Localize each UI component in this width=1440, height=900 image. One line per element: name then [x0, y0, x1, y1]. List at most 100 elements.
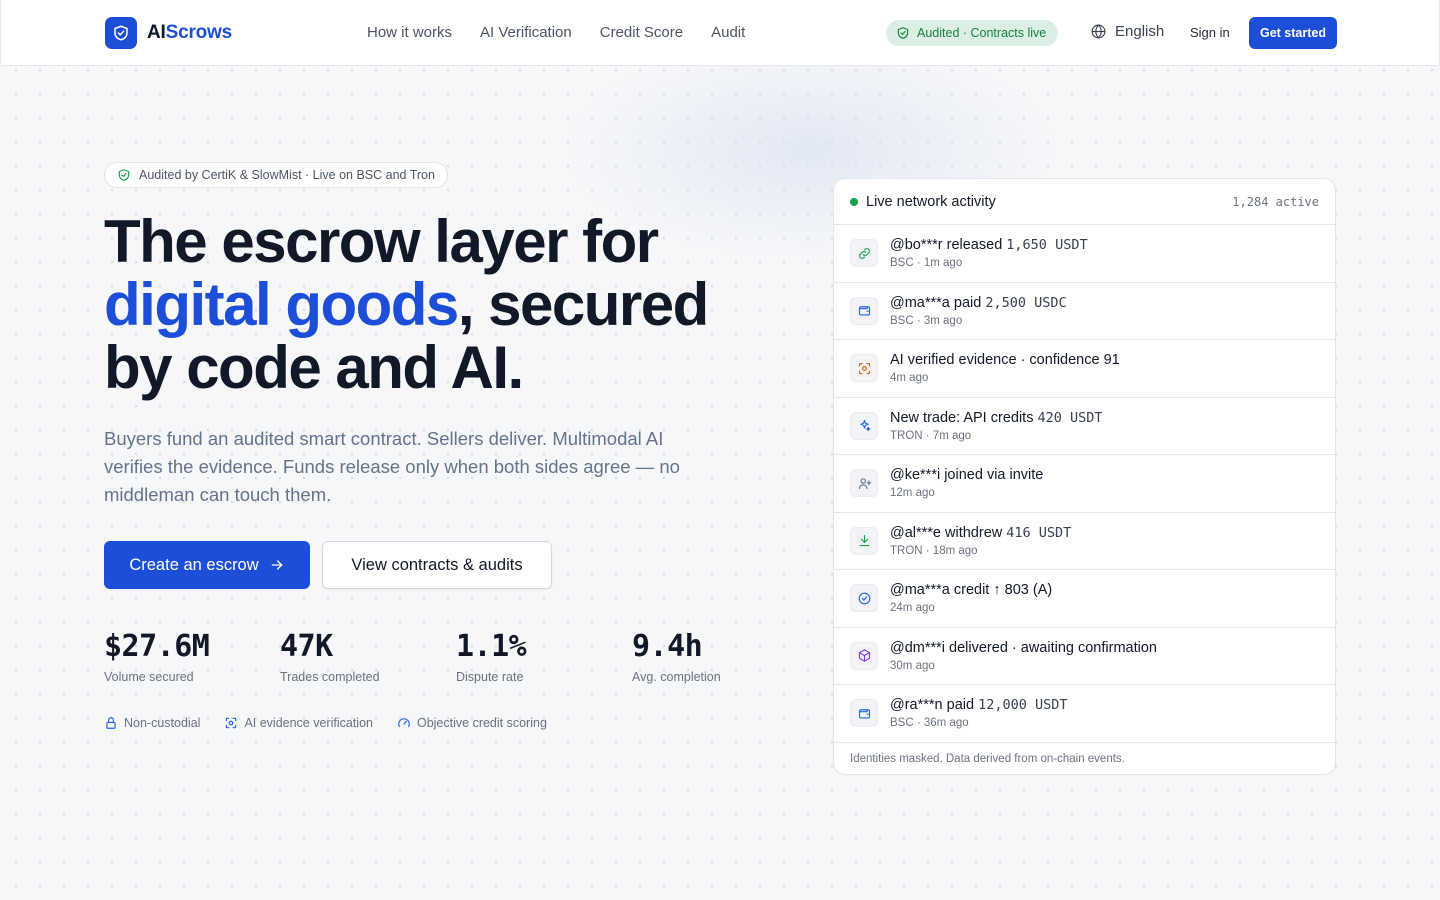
brand-name-rest: Scrows: [165, 22, 233, 43]
activity-description: @ra***n paid: [890, 697, 975, 714]
audit-status-text: Audited · Contracts live: [917, 26, 1047, 40]
stat-label: Avg. completion: [632, 670, 721, 684]
stat-avg-completion: 9.4h Avg. completion: [632, 628, 808, 684]
feature-list: Non-custodial AI evidence verification O…: [104, 716, 547, 730]
activity-main: @ke***i joined via invite: [890, 467, 1043, 483]
activity-main: @ma***a credit ↑ 803 (A): [890, 582, 1052, 598]
shield-logo-icon: [105, 17, 137, 49]
stat-volume: $27.6M Volume secured: [104, 628, 280, 684]
stat-value: 47K: [280, 629, 333, 664]
activity-row[interactable]: @ma***a paid 2,500 USDC BSC · 3m ago: [834, 283, 1335, 340]
activity-main: @bo***r released 1,650 USDT: [890, 237, 1088, 253]
stat-value: 9.4h: [632, 629, 703, 664]
main-nav: How it works AI Verification Credit Scor…: [367, 24, 745, 41]
activity-title-text: Live network activity: [866, 193, 996, 210]
activity-row[interactable]: @ke***i joined via invite 12m ago: [834, 455, 1335, 513]
activity-row[interactable]: @al***e withdrew 416 USDT TRON · 18m ago: [834, 513, 1335, 570]
brand-name: AIScrows: [147, 22, 232, 44]
stat-value: 1.1%: [456, 629, 527, 664]
hero-title-line1: The escrow layer for: [104, 208, 659, 275]
activity-description: @ma***a paid: [890, 294, 982, 311]
top-nav-bar: AIScrows How it works AI Verification Cr…: [0, 0, 1440, 66]
activity-main: @ra***n paid 12,000 USDT: [890, 697, 1068, 713]
lock-icon: [106, 717, 116, 729]
logo[interactable]: AIScrows: [105, 17, 232, 49]
activity-amount: 416 USDT: [1006, 524, 1072, 541]
activity-description: @dm***i delivered · awaiting confirmatio…: [890, 639, 1157, 656]
activity-row[interactable]: New trade: API credits 420 USDT TRON · 7m…: [834, 398, 1335, 455]
check-circle-icon: [850, 584, 878, 613]
sign-in-link[interactable]: Sign in: [1190, 25, 1230, 40]
create-escrow-label: Create an escrow: [129, 555, 259, 574]
wallet-icon: [850, 296, 878, 325]
activity-description: @ke***i joined via invite: [890, 467, 1044, 484]
create-escrow-button[interactable]: Create an escrow: [104, 541, 310, 589]
activity-row-text: @dm***i delivered · awaiting confirmatio…: [890, 640, 1157, 672]
activity-meta: TRON · 7m ago: [890, 429, 972, 442]
activity-row-text: @bo***r released 1,650 USDT BSC · 1m ago: [890, 237, 1088, 269]
globe-icon: [1091, 24, 1106, 39]
activity-row-text: @al***e withdrew 416 USDT TRON · 18m ago: [890, 525, 1071, 557]
get-started-button[interactable]: Get started: [1249, 17, 1337, 49]
live-dot-icon: [850, 197, 858, 206]
shield-check-icon: [897, 27, 909, 39]
activity-main: AI verified evidence · confidence 91: [890, 352, 1120, 368]
activity-panel-header: Live network activity 1,284 active: [834, 179, 1335, 225]
activity-meta: BSC · 1m ago: [890, 257, 963, 270]
activity-amount: 420 USDT: [1037, 409, 1103, 426]
feature-label: Non-custodial: [124, 716, 201, 730]
stat-label: Trades completed: [280, 670, 380, 684]
feature-non-custodial: Non-custodial: [104, 716, 200, 730]
nav-ai-verification[interactable]: AI Verification: [480, 24, 572, 41]
gauge-icon: [398, 718, 410, 728]
feature-ai-verification: AI evidence verification: [224, 716, 373, 730]
language-selector[interactable]: English: [1090, 23, 1164, 40]
activity-row[interactable]: @ra***n paid 12,000 USDT BSC · 36m ago: [834, 685, 1335, 743]
activity-row[interactable]: @ma***a credit ↑ 803 (A) 24m ago: [834, 570, 1335, 628]
nav-how-it-works[interactable]: How it works: [367, 24, 452, 41]
stat-value: $27.6M: [104, 629, 210, 664]
hero-title-line3: by code and AI.: [104, 334, 524, 401]
activity-main: @ma***a paid 2,500 USDC: [890, 295, 1067, 311]
activity-main: @dm***i delivered · awaiting confirmatio…: [890, 640, 1157, 656]
download-icon: [850, 526, 878, 555]
activity-description: @al***e withdrew: [890, 524, 1003, 541]
language-label: English: [1115, 23, 1165, 40]
activity-meta: 24m ago: [890, 602, 935, 615]
user-plus-icon: [850, 469, 878, 498]
view-contracts-button[interactable]: View contracts & audits: [322, 541, 552, 589]
link-icon: [850, 239, 878, 268]
brand-name-ai: AI: [147, 22, 166, 43]
hero-title: The escrow layer for digital goods, secu…: [104, 210, 784, 399]
feature-credit-scoring: Objective credit scoring: [397, 716, 547, 730]
activity-row-text: @ma***a paid 2,500 USDC BSC · 3m ago: [890, 295, 1067, 327]
activity-amount: 1,650 USDT: [1006, 237, 1088, 254]
activity-footer: Identities masked. Data derived from on-…: [850, 752, 1125, 765]
activity-amount: 12,000 USDT: [978, 697, 1068, 714]
activity-row[interactable]: @bo***r released 1,650 USDT BSC · 1m ago: [834, 225, 1335, 283]
feature-label: AI evidence verification: [244, 716, 373, 730]
activity-row-text: @ra***n paid 12,000 USDT BSC · 36m ago: [890, 697, 1068, 729]
nav-audit[interactable]: Audit: [711, 24, 745, 41]
activity-row-text: New trade: API credits 420 USDT TRON · 7m…: [890, 410, 1103, 442]
feature-label: Objective credit scoring: [416, 716, 547, 730]
activity-description: New trade: API credits: [890, 409, 1034, 426]
activity-row-text: @ke***i joined via invite 12m ago: [890, 467, 1043, 499]
activity-meta: BSC · 3m ago: [890, 314, 963, 327]
stat-label: Volume secured: [104, 670, 194, 684]
activity-row-text: AI verified evidence · confidence 91 4m a…: [890, 352, 1120, 384]
activity-meta: 4m ago: [890, 372, 929, 385]
activity-meta: 12m ago: [890, 487, 935, 500]
nav-credit-score[interactable]: Credit Score: [600, 24, 683, 41]
activity-row[interactable]: AI verified evidence · confidence 91 4m a…: [834, 340, 1335, 398]
ai-scan-icon: [850, 354, 878, 383]
wallet-icon: [850, 699, 878, 728]
activity-row[interactable]: @dm***i delivered · awaiting confirmatio…: [834, 628, 1335, 685]
activity-description: AI verified evidence · confidence 91: [890, 352, 1120, 369]
package-icon: [850, 641, 878, 670]
hero-subtitle: Buyers fund an audited smart contract. S…: [104, 428, 680, 505]
sparkle-icon: [850, 411, 878, 440]
activity-description: @ma***a credit ↑ 803 (A): [890, 582, 1053, 599]
activity-row-text: @ma***a credit ↑ 803 (A) 24m ago: [890, 582, 1052, 614]
activity-list: @bo***r released 1,650 USDT BSC · 1m ago @…: [834, 225, 1335, 743]
